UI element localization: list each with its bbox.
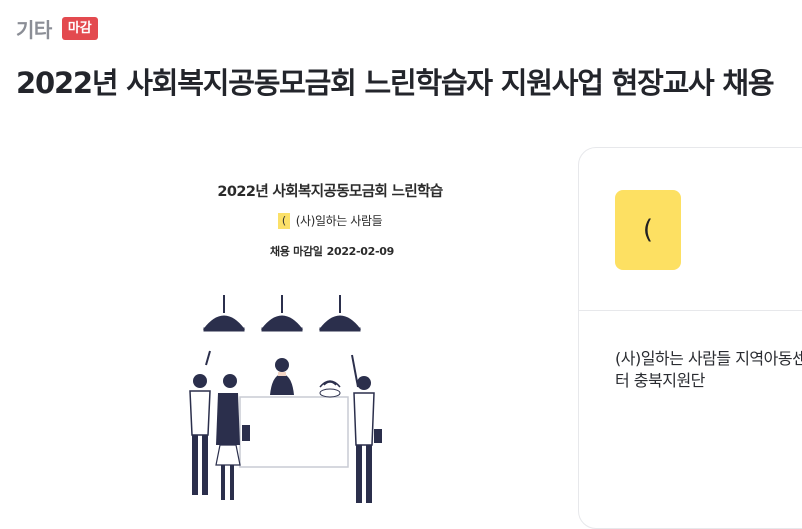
- post-header: 기타 마감: [16, 14, 98, 43]
- poster-org-name: (사)일하는 사람들: [295, 214, 383, 228]
- person-right-icon: [351, 354, 382, 503]
- organization-name[interactable]: (사)일하는 사람들 지역아동센터 충북지원단: [615, 348, 802, 392]
- poster-title: 2022년 사회복지공동모금회 느린학습: [217, 184, 443, 200]
- status-badge: 마감: [61, 17, 98, 40]
- desk-icon: [239, 396, 349, 468]
- job-poster-image: 2022년 사회복지공동모금회 느린학습 ( (사)일하는 사람들 채용 마감일…: [120, 145, 540, 516]
- organization-card[interactable]: ( (사)일하는 사람들 지역아동센터 충북지원단: [578, 147, 802, 529]
- poster-logo: (: [277, 212, 290, 229]
- ceiling-lamps-icon: [202, 295, 362, 332]
- person-left-2-icon: [215, 374, 250, 500]
- card-divider: [579, 310, 802, 311]
- poster-deadline: 채용 마감일 2022-02-09: [120, 243, 540, 259]
- deadline-date: 2022-02-09: [326, 245, 395, 258]
- category-label: 기타: [16, 18, 52, 42]
- poster-org-row: ( (사)일하는 사람들: [120, 212, 540, 229]
- person-left-icon: [189, 350, 211, 495]
- organization-logo: (: [615, 190, 681, 270]
- office-people-illustration: [189, 295, 382, 503]
- deadline-label: 채용 마감일: [269, 245, 323, 258]
- plant-icon: [319, 380, 341, 398]
- page-title: 2022년 사회복지공동모금회 느린학습자 지원사업 현장교사 채용: [16, 66, 775, 100]
- receptionist-figure-icon: [270, 358, 294, 395]
